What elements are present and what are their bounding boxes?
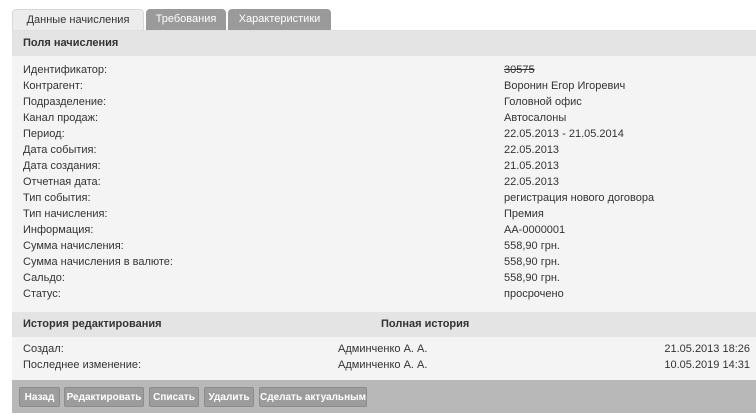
accrual-type-value: Премия — [504, 208, 544, 220]
creation-date-value: 21.05.2013 — [504, 160, 560, 172]
action-button-bar: Назад Редактировать Списать Удалить Сдел… — [12, 380, 756, 413]
division-value: Головной офис — [504, 96, 582, 108]
field-label: Отчетная дата: — [23, 176, 101, 188]
counterparty-value: Воронин Егор Игоревич — [504, 80, 626, 92]
history-section-header: История редактирования Полная история — [12, 312, 756, 337]
sales-channel-value: Автосалоны — [504, 112, 567, 124]
field-row-accrual-amount: Сумма начисления: 558,90 грн. — [23, 238, 743, 254]
field-row-period: Период: 22.05.2013 - 21.05.2014 — [23, 126, 743, 142]
accrual-panel: Поля начисления Идентификатор: 30575 Кон… — [12, 30, 756, 413]
status-value: просрочено — [504, 288, 564, 300]
full-history-link[interactable]: Полная история — [381, 312, 469, 337]
history-user: Админченко А. А. — [338, 359, 428, 371]
field-row-division: Подразделение: Головной офис — [23, 94, 743, 110]
accrual-amount-value: 558,90 грн. — [504, 240, 560, 252]
field-label: Контрагент: — [23, 80, 83, 92]
field-row-identifier: Идентификатор: 30575 — [23, 62, 743, 78]
tab-characteristics[interactable]: Характеристики — [228, 9, 331, 30]
field-row-report-date: Отчетная дата: 22.05.2013 — [23, 174, 743, 190]
history-label: Создал: — [23, 343, 64, 355]
field-label: Подразделение: — [23, 96, 107, 108]
history-row-created: Создал: Админченко А. А. 21.05.2013 18:2… — [23, 341, 750, 357]
history-user: Админченко А. А. — [338, 343, 428, 355]
field-row-sales-channel: Канал продаж: Автосалоны — [23, 110, 743, 126]
report-date-value: 22.05.2013 — [504, 176, 560, 188]
field-label: Дата события: — [23, 144, 97, 156]
field-label: Сумма начисления: — [23, 240, 124, 252]
balance-value: 558,90 грн. — [504, 272, 560, 284]
history-label: Последнее изменение: — [23, 359, 142, 371]
field-label: Дата создания: — [23, 160, 101, 172]
tab-accrual-data[interactable]: Данные начисления — [12, 9, 144, 30]
field-label: Идентификатор: — [23, 64, 108, 76]
back-button[interactable]: Назад — [19, 387, 60, 407]
field-row-information: Информация: AA-0000001 — [23, 222, 743, 238]
field-row-event-date: Дата события: 22.05.2013 — [23, 142, 743, 158]
edit-button[interactable]: Редактировать — [64, 387, 144, 407]
field-row-event-type: Тип события: регистрация нового договора — [23, 190, 743, 206]
history-date: 21.05.2013 18:26 — [664, 343, 750, 355]
event-type-value: регистрация нового договора — [504, 192, 655, 204]
history-row-last-change: Последнее изменение: Админченко А. А. 10… — [23, 357, 750, 373]
field-row-counterparty: Контрагент: Воронин Егор Игоревич — [23, 78, 743, 94]
information-value: AA-0000001 — [504, 224, 566, 236]
field-label: Период: — [23, 128, 65, 140]
field-label: Статус: — [23, 288, 61, 300]
field-row-balance: Сальдо: 558,90 грн. — [23, 270, 743, 286]
field-row-creation-date: Дата создания: 21.05.2013 — [23, 158, 743, 174]
history-date: 10.05.2019 14:31 — [664, 359, 750, 371]
field-row-status: Статус: просрочено — [23, 286, 743, 302]
history-title: История редактирования — [23, 318, 162, 330]
write-off-button[interactable]: Списать — [149, 387, 199, 407]
field-label: Канал продаж: — [23, 112, 99, 124]
tab-requirements[interactable]: Требования — [146, 9, 226, 30]
accrual-amount-currency-value: 558,90 грн. — [504, 256, 560, 268]
event-date-value: 22.05.2013 — [504, 144, 560, 156]
field-label: Сумма начисления в валюте: — [23, 256, 173, 268]
period-value: 22.05.2013 - 21.05.2014 — [504, 128, 624, 140]
field-label: Сальдо: — [23, 272, 65, 284]
field-label: Тип события: — [23, 192, 91, 204]
field-row-accrual-amount-currency: Сумма начисления в валюте: 558,90 грн. — [23, 254, 743, 270]
identifier-value: 30575 — [504, 64, 535, 76]
field-label: Информация: — [23, 224, 94, 236]
field-label: Тип начисления: — [23, 208, 108, 220]
make-actual-button[interactable]: Сделать актуальным — [259, 387, 367, 407]
field-row-accrual-type: Тип начисления: Премия — [23, 206, 743, 222]
delete-button[interactable]: Удалить — [204, 387, 254, 407]
fields-section-header: Поля начисления — [12, 31, 756, 56]
